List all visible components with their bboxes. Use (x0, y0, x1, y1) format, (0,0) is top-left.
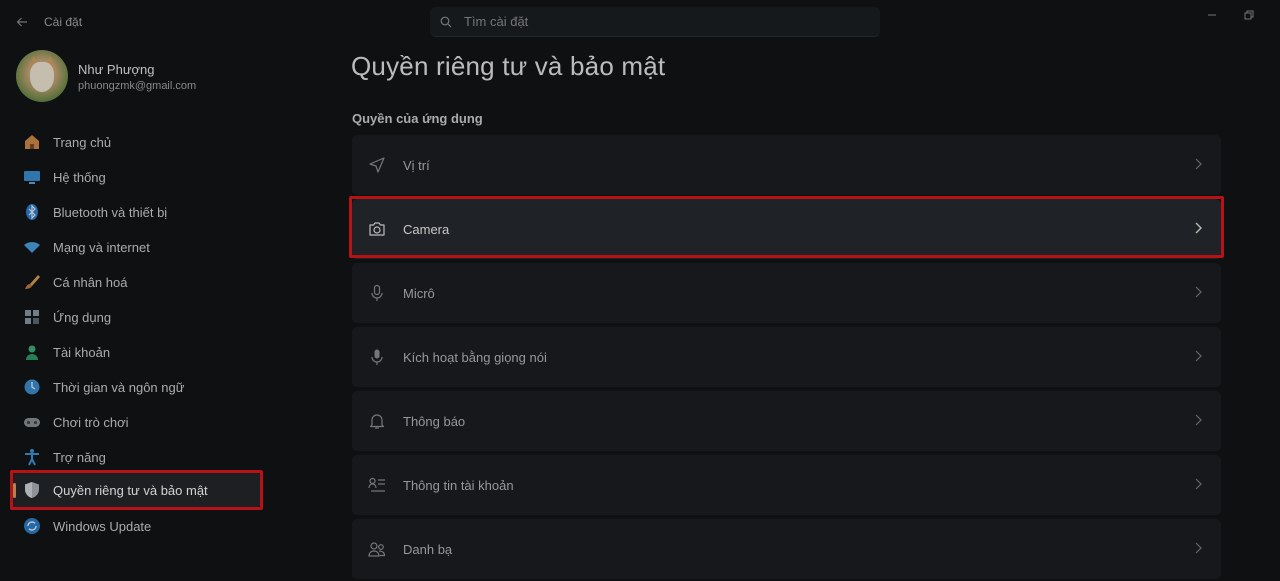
sidebar-item-label: Bluetooth và thiết bị (53, 204, 168, 220)
search-box[interactable] (430, 7, 880, 37)
row-account-info[interactable]: Thông tin tài khoản (352, 455, 1221, 515)
bell-icon (367, 411, 387, 431)
location-icon (367, 155, 387, 175)
row-label: Thông báo (403, 413, 466, 429)
sidebar-item-system[interactable]: Hệ thống (10, 160, 262, 194)
globe-clock-icon (23, 378, 41, 396)
account-info-icon (367, 475, 387, 495)
sidebar-item-apps[interactable]: Ứng dụng (10, 300, 262, 334)
title-bar: Cài đặt (0, 0, 1280, 44)
brush-icon (23, 273, 41, 291)
sidebar-item-privacy-security[interactable]: Quyền riêng tư và bảo mật (10, 473, 262, 507)
sidebar-item-label: Windows Update (53, 518, 152, 534)
row-label: Thông tin tài khoản (403, 477, 514, 493)
section-heading: Quyền của ứng dụng (352, 111, 483, 126)
page-title: Quyền riêng tư và bảo mật (351, 51, 666, 81)
chevron-right-icon (1191, 348, 1205, 364)
sidebar-item-label: Cá nhân hoá (53, 274, 128, 290)
chevron-right-icon (1191, 540, 1205, 556)
sidebar-item-label: Tài khoản (53, 344, 111, 360)
row-notifications[interactable]: Thông báo (352, 391, 1221, 451)
sidebar-item-bluetooth[interactable]: Bluetooth và thiết bị (10, 195, 262, 229)
person-icon (23, 343, 41, 361)
search-input[interactable] (464, 14, 844, 29)
row-label: Danh bạ (403, 541, 453, 557)
sidebar-item-label: Hệ thống (53, 169, 106, 185)
avatar[interactable] (16, 50, 68, 102)
gamepad-icon (23, 413, 41, 431)
row-location[interactable]: Vị trí (352, 135, 1221, 195)
row-camera[interactable]: Camera (352, 199, 1221, 259)
sidebar-item-windows-update[interactable]: Windows Update (10, 509, 262, 543)
chevron-right-icon (1191, 220, 1205, 236)
user-name: Như Phượng (78, 62, 155, 77)
sidebar-item-accounts[interactable]: Tài khoản (10, 335, 262, 369)
minimize-button[interactable] (1199, 6, 1225, 24)
microphone-icon (367, 283, 387, 303)
sidebar-item-label: Ứng dụng (53, 309, 112, 325)
restore-button[interactable] (1236, 6, 1262, 24)
sidebar-item-label: Trợ năng (53, 449, 106, 465)
sidebar-item-accessibility[interactable]: Trợ năng (10, 440, 262, 474)
app-title: Cài đặt (44, 15, 83, 29)
chevron-right-icon (1191, 156, 1205, 172)
selection-indicator (13, 483, 16, 498)
apps-icon (23, 308, 41, 326)
row-voice-activation[interactable]: Kích hoạt bằng giọng nói (352, 327, 1221, 387)
sidebar-item-home[interactable]: Trang chủ (10, 125, 262, 159)
row-label: Vị trí (403, 157, 430, 173)
contacts-icon (367, 539, 387, 559)
chevron-right-icon (1191, 412, 1205, 428)
back-arrow-icon[interactable] (12, 12, 32, 32)
sidebar-item-time-language[interactable]: Thời gian và ngôn ngữ (10, 370, 262, 404)
voice-mic-icon (367, 347, 387, 367)
sidebar-item-gaming[interactable]: Chơi trò chơi (10, 405, 262, 439)
row-label: Kích hoạt bằng giọng nói (403, 349, 547, 365)
sidebar-item-label: Mạng và internet (53, 239, 150, 255)
search-icon (440, 16, 458, 28)
shield-icon (23, 481, 41, 499)
monitor-icon (23, 168, 41, 186)
sidebar-item-personalization[interactable]: Cá nhân hoá (10, 265, 262, 299)
chevron-right-icon (1191, 476, 1205, 492)
row-contacts[interactable]: Danh bạ (352, 519, 1221, 579)
sidebar-item-label: Chơi trò chơi (53, 414, 129, 430)
sidebar-item-label: Trang chủ (53, 134, 112, 150)
sidebar-item-network[interactable]: Mạng và internet (10, 230, 262, 264)
home-icon (23, 133, 41, 151)
chevron-right-icon (1191, 284, 1205, 300)
user-email: phuongzmk@gmail.com (78, 80, 197, 92)
sidebar-item-label: Thời gian và ngôn ngữ (53, 379, 185, 395)
bluetooth-icon (23, 203, 41, 221)
row-label: Camera (403, 221, 450, 237)
avatar-face (30, 62, 54, 92)
row-label: Micrô (403, 285, 435, 301)
update-icon (23, 517, 41, 535)
row-microphone[interactable]: Micrô (352, 263, 1221, 323)
accessibility-icon (23, 448, 41, 466)
sidebar-item-label: Quyền riêng tư và bảo mật (53, 482, 208, 498)
wifi-icon (23, 238, 41, 256)
camera-icon (367, 219, 387, 239)
